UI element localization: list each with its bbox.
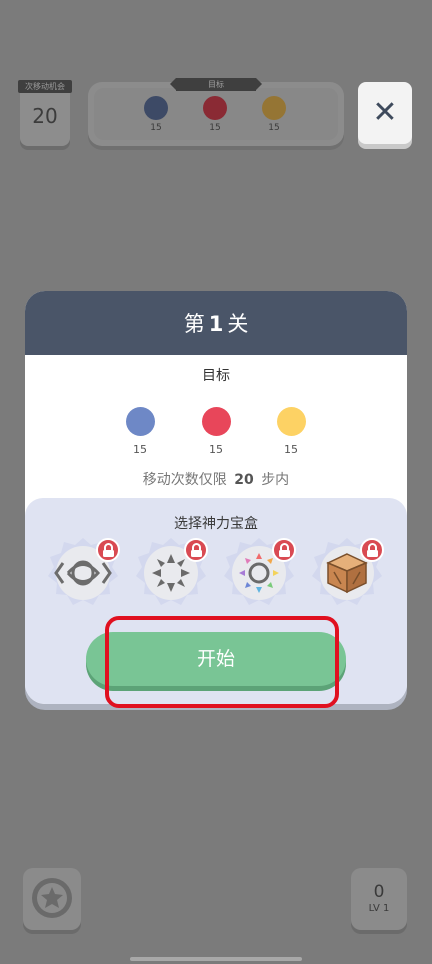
booster-slot-wooden-crate[interactable] [310, 536, 384, 610]
booster-slot-eye-swap[interactable] [46, 536, 120, 610]
star-button[interactable] [23, 868, 81, 930]
moves-limit-value: 20 [234, 472, 254, 488]
blue-orb-icon [144, 96, 168, 120]
star-icon [32, 878, 72, 918]
booster-slot-rainbow-ring[interactable] [222, 536, 296, 610]
goal-count: 15 [284, 443, 298, 456]
red-orb-icon [201, 407, 231, 436]
moves-limit-text: 移动次数仅限 20 步内 [25, 469, 407, 489]
moves-counter: 次移动机会 20 [18, 80, 72, 146]
close-icon: ✕ [372, 95, 398, 130]
title-prefix: 第 [183, 312, 205, 336]
hud-goal-count: 15 [268, 123, 280, 133]
lock-badge [184, 538, 208, 562]
dialog-title: 第1关 [25, 291, 407, 355]
yellow-orb-icon [276, 407, 306, 436]
hud-goal-red: 15 [200, 96, 230, 133]
goal-yellow: 15 [276, 407, 306, 456]
level-label: LV 1 [368, 903, 390, 914]
wooden-crate-icon [326, 553, 368, 594]
goal-blue: 15 [125, 407, 155, 456]
yellow-orb-icon [262, 96, 286, 120]
booster-section-title: 选择神力宝盒 [174, 516, 258, 532]
lock-icon [279, 543, 290, 557]
hud-goals-panel: 目标 15 15 15 [88, 78, 344, 146]
hud-goal-count: 15 [209, 123, 221, 133]
hud-goal-blue: 15 [141, 96, 171, 133]
moves-limit-prefix: 移动次数仅限 [142, 472, 227, 488]
lock-icon [103, 543, 114, 557]
lock-badge [360, 538, 384, 562]
moves-limit-suffix: 步内 [261, 472, 290, 488]
close-button[interactable]: ✕ [358, 82, 412, 144]
goal-red: 15 [201, 407, 231, 456]
goal-title: 目标 [202, 368, 230, 384]
moves-label: 次移动机会 [18, 80, 72, 93]
lock-badge [272, 538, 296, 562]
title-level-number: 1 [208, 312, 224, 336]
level-badge[interactable]: 0 LV 1 [351, 868, 407, 930]
red-orb-icon [203, 96, 227, 120]
home-indicator[interactable] [130, 957, 302, 961]
hud-goal-count: 15 [150, 123, 162, 133]
lock-icon [367, 543, 378, 557]
blue-orb-icon [125, 407, 155, 436]
lock-badge [96, 538, 120, 562]
hud-goals-label: 目标 [170, 78, 262, 91]
level-count: 0 [373, 882, 385, 902]
start-button-highlight [105, 616, 339, 708]
booster-slot-spike-burst[interactable] [134, 536, 208, 610]
moves-value: 20 [32, 104, 58, 128]
lock-icon [191, 543, 202, 557]
goal-count: 15 [209, 443, 223, 456]
hud-goal-yellow: 15 [259, 96, 289, 133]
goal-count: 15 [133, 443, 147, 456]
title-suffix: 关 [227, 312, 249, 336]
